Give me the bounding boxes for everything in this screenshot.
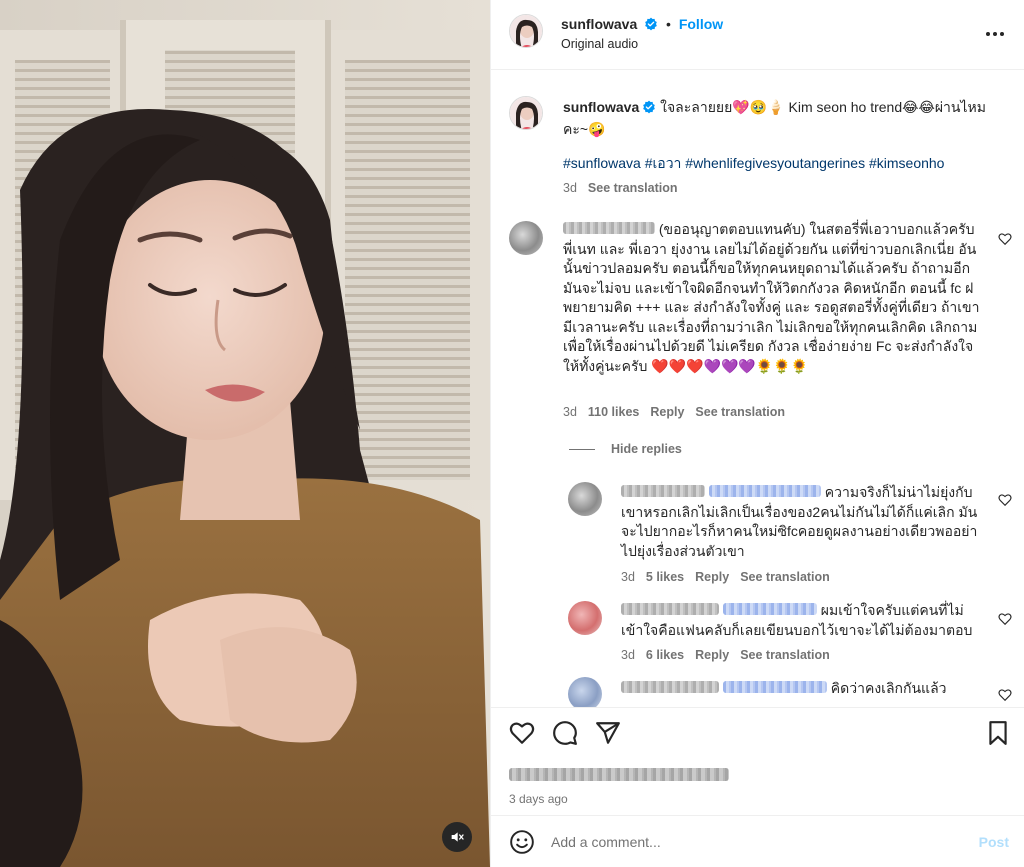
more-options-icon	[986, 32, 1004, 36]
heart-icon[interactable]	[998, 493, 1012, 507]
more-options-button[interactable]	[983, 22, 1007, 46]
mute-icon	[451, 832, 464, 842]
video-frame	[0, 0, 490, 867]
heart-icon[interactable]	[998, 232, 1012, 246]
dot-separator: •	[666, 16, 671, 32]
reply-see-translation[interactable]: See translation	[740, 570, 830, 584]
bookmark-icon[interactable]	[985, 720, 1011, 746]
post-header: sunflowava • Follow Original audio	[491, 0, 1024, 70]
comment-input[interactable]	[551, 830, 951, 854]
reply-meta: 3d 5 likes Reply See translation	[621, 570, 830, 584]
verified-badge-icon	[643, 100, 656, 114]
comment-reply[interactable]: Reply	[650, 405, 684, 419]
add-comment-bar: Post	[491, 815, 1024, 867]
hide-replies-label: Hide replies	[611, 442, 682, 456]
caption-age: 3d	[563, 181, 577, 195]
reply-age: 3d	[621, 648, 635, 662]
emoji-icon[interactable]	[509, 829, 535, 855]
caption-avatar[interactable]	[509, 96, 543, 130]
reply-username[interactable]	[621, 681, 719, 693]
reply-age: 3d	[621, 570, 635, 584]
caption-hashtags[interactable]: #sunflowava #เอวา #whenlifegivesyoutange…	[563, 153, 944, 175]
heart-icon[interactable]	[998, 612, 1012, 626]
reply-mention[interactable]	[722, 603, 817, 615]
reply-likes[interactable]: 5 likes	[646, 570, 684, 584]
reply-likes[interactable]: 6 likes	[646, 648, 684, 662]
caption: sunflowava ใจละลายยย💖🥹🍦 Kim seon ho tren…	[563, 96, 1003, 140]
caption-username[interactable]: sunflowava	[563, 99, 639, 115]
reply-body: คิดว่าคงเลิกกันแล้ว	[621, 679, 991, 699]
reply-body: ผมเข้าใจครับแต่คนที่ไม่เข้าใจคือแฟนคลับก…	[621, 601, 991, 640]
reply-avatar[interactable]	[568, 482, 602, 516]
reply-body: ความจริงก็ไม่น่าไม่ยุ่งกับเขาหรอกเลิกไม่…	[621, 483, 991, 561]
reply-avatar[interactable]	[568, 601, 602, 635]
hide-replies-button[interactable]: Hide replies	[569, 442, 682, 456]
heart-icon[interactable]	[998, 688, 1012, 702]
header-user-row: sunflowava • Follow	[561, 16, 723, 32]
comment-see-translation[interactable]: See translation	[695, 405, 785, 419]
heart-icon[interactable]	[509, 720, 535, 746]
reply-username[interactable]	[621, 485, 705, 497]
reply-username[interactable]	[621, 603, 719, 615]
reply-see-translation[interactable]: See translation	[740, 648, 830, 662]
follow-button[interactable]: Follow	[679, 16, 723, 32]
caption-see-translation[interactable]: See translation	[588, 181, 678, 195]
comment-icon[interactable]	[552, 720, 578, 746]
post-actions: 3 days ago	[491, 707, 1024, 827]
mute-button[interactable]	[442, 822, 472, 852]
author-username[interactable]: sunflowava	[561, 16, 637, 32]
reply-text: คิดว่าคงเลิกกันแล้ว	[830, 680, 947, 696]
reply-mention[interactable]	[708, 485, 821, 497]
post-date: 3 days ago	[509, 792, 568, 806]
post-media[interactable]	[0, 0, 490, 867]
comment-body: (ขออนุญาตตอบแทนคับ) ในสตอรี่พี่เอวาบอกแล…	[563, 220, 983, 376]
post-comment-button[interactable]: Post	[979, 834, 1009, 850]
share-icon[interactable]	[595, 720, 621, 746]
verified-badge-icon	[645, 17, 657, 31]
comment-username[interactable]	[563, 222, 655, 234]
comment-avatar[interactable]	[509, 221, 543, 255]
hashtag-links[interactable]: #sunflowava #เอวา #whenlifegivesyoutange…	[563, 155, 944, 171]
reply-avatar[interactable]	[568, 677, 602, 707]
comment-likes[interactable]: 110 likes	[588, 405, 639, 419]
reply-reply[interactable]: Reply	[695, 648, 729, 662]
author-avatar[interactable]	[509, 14, 543, 48]
comment-meta: 3d 110 likes Reply See translation	[563, 405, 785, 419]
audio-label[interactable]: Original audio	[561, 37, 638, 51]
reply-mention[interactable]	[722, 681, 827, 693]
comments-scroll-area[interactable]: sunflowava ใจละลายยย💖🥹🍦 Kim seon ho tren…	[491, 71, 1024, 707]
post-side-panel: sunflowava • Follow Original audio sunfl…	[490, 0, 1024, 867]
comment-text: (ขออนุญาตตอบแทนคับ) ในสตอรี่พี่เอวาบอกแล…	[563, 221, 980, 374]
reply-reply[interactable]: Reply	[695, 570, 729, 584]
comment-age: 3d	[563, 405, 577, 419]
caption-meta: 3d See translation	[563, 181, 678, 195]
reply-meta: 3d 6 likes Reply See translation	[621, 648, 830, 662]
liked-by-summary[interactable]	[509, 768, 729, 781]
hide-replies-line	[569, 448, 595, 450]
